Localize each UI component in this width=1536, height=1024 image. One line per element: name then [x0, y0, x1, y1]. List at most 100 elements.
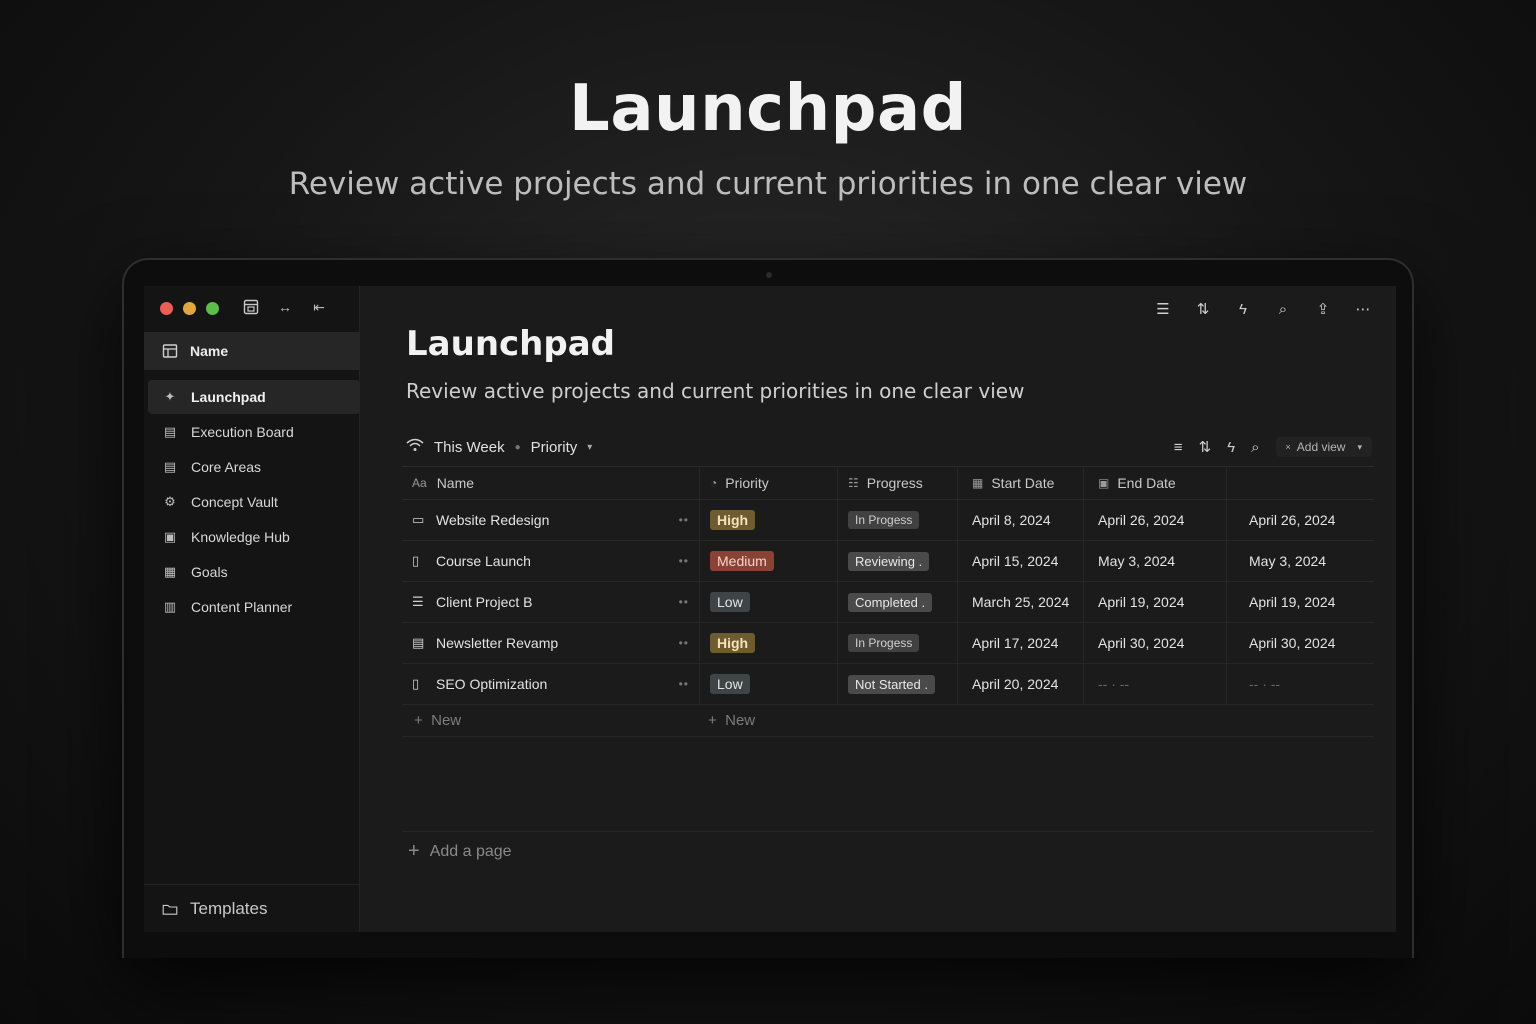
sort-icon[interactable]: ⇅ — [1199, 438, 1212, 456]
drag-handle-icon[interactable]: •• — [679, 513, 689, 527]
collapse-icon[interactable]: ⇤ — [309, 297, 329, 317]
start-date-cell[interactable]: March 25, 2024 — [958, 582, 1084, 622]
newsletter-icon: ▤ — [412, 635, 425, 650]
drag-handle-icon[interactable]: •• — [679, 636, 689, 650]
new-label: New — [725, 712, 756, 729]
name-cell[interactable]: ☰ Client Project B •• — [402, 582, 700, 622]
chevron-down-icon[interactable]: ▾ — [587, 442, 592, 453]
table-row[interactable]: ▤ Newsletter Revamp •• High In Progess A… — [402, 623, 1374, 664]
sidebar-item-core-areas[interactable]: ▤ Core Areas — [148, 449, 360, 484]
end-date-cell[interactable]: April 30, 2024 — [1084, 623, 1227, 663]
sidebar-item-label: Knowledge Hub — [191, 528, 290, 545]
search-icon[interactable]: ⌕ — [1272, 298, 1294, 320]
table-row[interactable]: ☰ Client Project B •• Low Completed . Ma… — [402, 582, 1374, 623]
sidebar-item-knowledge-hub[interactable]: ▣ Knowledge Hub — [148, 519, 360, 554]
sidebar-item-goals[interactable]: ▦ Goals — [148, 554, 360, 589]
start-date-cell[interactable]: April 17, 2024 — [958, 623, 1084, 663]
share-icon[interactable]: ⇪ — [1312, 298, 1334, 320]
end-date-cell[interactable]: -- · -- — [1084, 664, 1227, 704]
layout-icon[interactable] — [241, 297, 261, 317]
add-page-button[interactable]: + Add a page — [402, 831, 1374, 871]
progress-cell[interactable]: Reviewing . — [838, 541, 958, 581]
drag-handle-icon[interactable]: •• — [679, 677, 689, 691]
column-label: Start Date — [991, 475, 1055, 491]
progress-cell[interactable]: Not Started . — [838, 664, 958, 704]
sidebar-item-launchpad[interactable]: ✦ Launchpad — [148, 380, 360, 414]
progress-badge: Not Started . — [848, 674, 935, 694]
row-name: SEO Optimization — [436, 676, 548, 692]
extra-date-cell[interactable]: April 30, 2024 — [1227, 623, 1374, 663]
automation-icon[interactable]: ϟ — [1232, 298, 1254, 320]
back-forward-icon[interactable]: ↔ — [275, 297, 295, 317]
maximize-window-button[interactable] — [206, 302, 219, 315]
document-icon: ▯ — [412, 553, 420, 568]
start-date-cell[interactable]: April 20, 2024 — [958, 664, 1084, 704]
new-row: + New + New — [402, 705, 1374, 737]
filter-icon[interactable]: ☰ — [1152, 298, 1174, 320]
minimize-window-button[interactable] — [183, 302, 196, 315]
extra-date-cell[interactable]: April 19, 2024 — [1227, 582, 1374, 622]
add-view-button[interactable]: × Add view ▾ — [1275, 437, 1372, 457]
app-window: ↔ ⇤ Name ✦ Launchpad ▤ Execution Board ▤… — [144, 286, 1396, 932]
drag-handle-icon[interactable]: •• — [679, 595, 689, 609]
column-header-priority[interactable]: ◔ Priority — [700, 467, 838, 499]
list-icon[interactable]: ≡ — [1174, 439, 1183, 456]
progress-badge: In Progess — [848, 634, 920, 652]
table-row[interactable]: ▯ SEO Optimization •• Low Not Started . … — [402, 664, 1374, 705]
automation-icon[interactable]: ϟ — [1227, 439, 1235, 456]
row-name: Website Redesign — [436, 512, 550, 528]
gear-icon: ⚙ — [164, 493, 176, 509]
progress-cell[interactable]: In Progess — [838, 623, 958, 663]
search-icon[interactable]: ⌕ — [1251, 439, 1259, 456]
priority-cell[interactable]: Low — [700, 664, 838, 704]
view-selector[interactable]: This Week ● Priority ▾ — [406, 438, 592, 456]
progress-cell[interactable]: In Progess — [838, 500, 958, 540]
extra-date-cell[interactable]: May 3, 2024 — [1227, 541, 1374, 581]
plus-icon: + — [414, 712, 423, 729]
name-cell[interactable]: ▭ Website Redesign •• — [402, 500, 700, 540]
progress-badge: In Progess — [848, 511, 920, 529]
end-date-cell[interactable]: April 19, 2024 — [1084, 582, 1227, 622]
start-date-cell[interactable]: April 15, 2024 — [958, 541, 1084, 581]
sidebar-item-execution-board[interactable]: ▤ Execution Board — [148, 414, 360, 449]
sidebar: ↔ ⇤ Name ✦ Launchpad ▤ Execution Board ▤… — [144, 286, 360, 932]
end-date-cell[interactable]: May 3, 2024 — [1084, 541, 1227, 581]
column-header-end-date[interactable]: ▣ End Date — [1084, 467, 1227, 499]
name-cell[interactable]: ▯ Course Launch •• — [402, 541, 700, 581]
sidebar-item-label: Execution Board — [191, 423, 294, 440]
group-by-label[interactable]: Priority — [531, 439, 578, 456]
start-date-cell[interactable]: April 8, 2024 — [958, 500, 1084, 540]
column-header-start-date[interactable]: ▦ Start Date — [958, 467, 1084, 499]
new-group-button[interactable]: + New — [700, 712, 755, 729]
page-subtitle: Review active projects and current prior… — [406, 379, 1025, 403]
column-header-progress[interactable]: ☷ Progress — [838, 467, 958, 499]
name-cell[interactable]: ▯ SEO Optimization •• — [402, 664, 700, 704]
progress-cell[interactable]: Completed . — [838, 582, 958, 622]
column-header-extra[interactable] — [1227, 467, 1374, 499]
column-label: Priority — [725, 475, 769, 491]
priority-cell[interactable]: High — [700, 500, 838, 540]
sort-icon[interactable]: ⇅ — [1192, 298, 1214, 320]
sidebar-header[interactable]: Name — [144, 332, 360, 370]
extra-date-cell[interactable]: -- · -- — [1227, 664, 1374, 704]
hero-title: Launchpad — [569, 72, 967, 146]
column-label: End Date — [1117, 475, 1176, 491]
priority-cell[interactable]: High — [700, 623, 838, 663]
hero-subtitle: Review active projects and current prior… — [288, 166, 1248, 202]
sidebar-item-content-planner[interactable]: ▥ Content Planner — [148, 589, 360, 624]
priority-cell[interactable]: Medium — [700, 541, 838, 581]
sidebar-templates[interactable]: Templates — [144, 884, 360, 932]
close-window-button[interactable] — [160, 302, 173, 315]
drag-handle-icon[interactable]: •• — [679, 554, 689, 568]
name-cell[interactable]: ▤ Newsletter Revamp •• — [402, 623, 700, 663]
extra-date-cell[interactable]: April 26, 2024 — [1227, 500, 1374, 540]
table-row[interactable]: ▭ Website Redesign •• High In Progess Ap… — [402, 500, 1374, 541]
end-date-cell[interactable]: April 26, 2024 — [1084, 500, 1227, 540]
plus-icon: + — [408, 840, 420, 862]
column-header-name[interactable]: Aa Name — [402, 467, 700, 499]
priority-cell[interactable]: Low — [700, 582, 838, 622]
table-row[interactable]: ▯ Course Launch •• Medium Reviewing . Ap… — [402, 541, 1374, 582]
new-row-button[interactable]: + New — [402, 712, 700, 729]
more-icon[interactable]: ⋯ — [1352, 298, 1374, 320]
sidebar-item-concept-vault[interactable]: ⚙ Concept Vault — [148, 484, 360, 519]
